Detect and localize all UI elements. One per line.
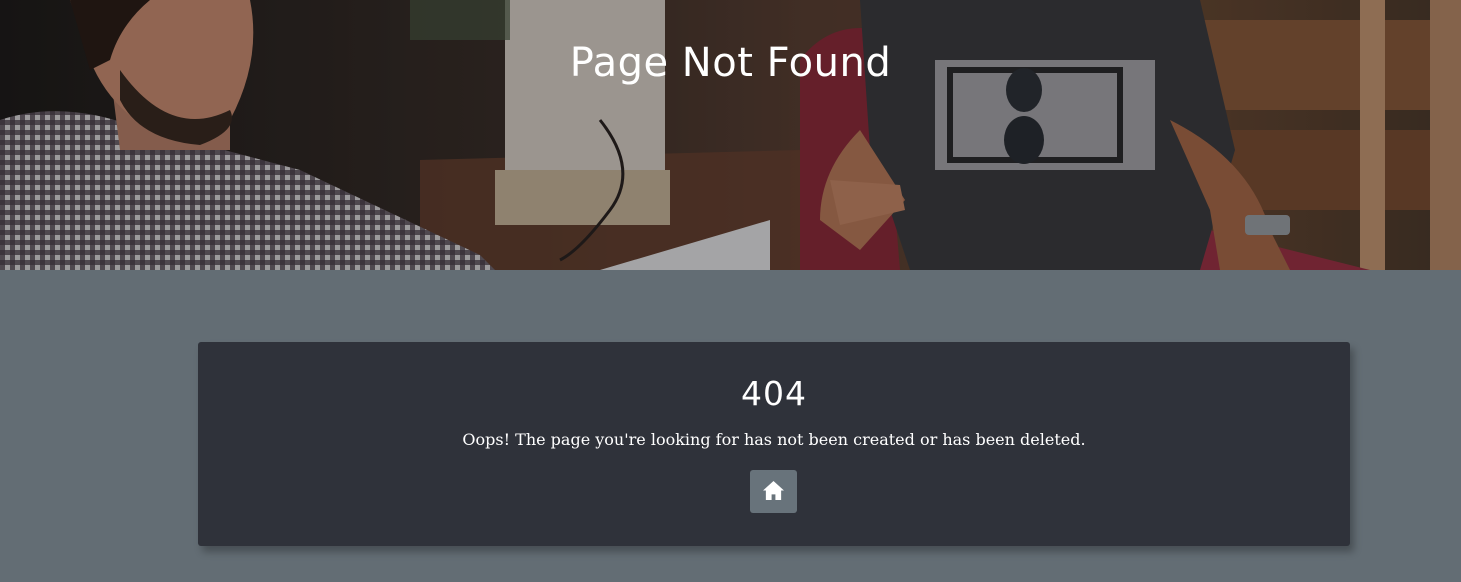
error-card: 404 Oops! The page you're looking for ha… bbox=[198, 342, 1350, 546]
home-button[interactable] bbox=[750, 470, 797, 513]
error-message: Oops! The page you're looking for has no… bbox=[462, 430, 1086, 449]
hero-banner: Page Not Found bbox=[0, 0, 1461, 270]
home-icon bbox=[763, 480, 784, 501]
page-title: Page Not Found bbox=[569, 40, 892, 86]
error-code: 404 bbox=[741, 374, 807, 413]
